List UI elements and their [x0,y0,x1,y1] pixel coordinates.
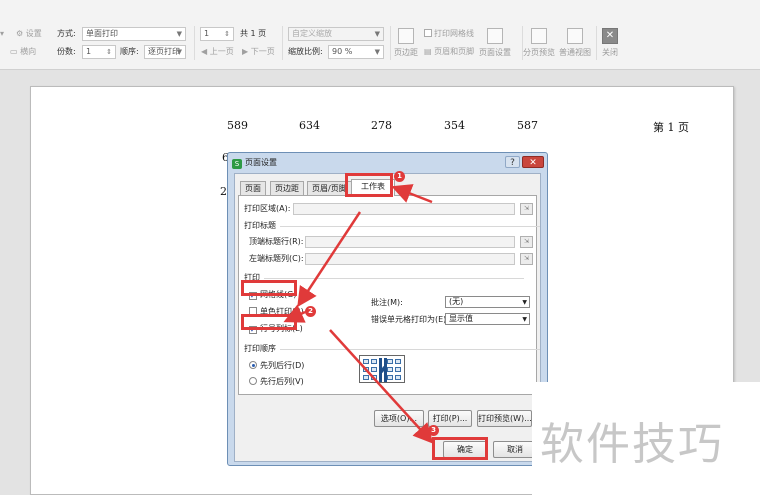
arrow-to-ok-button [329,329,434,444]
arrow-to-sheet-tab [391,184,433,204]
arrow-to-gridlines [297,211,362,308]
watermark-text: 软件技巧 [540,419,724,470]
arrow-to-row-col-headings [283,304,306,323]
